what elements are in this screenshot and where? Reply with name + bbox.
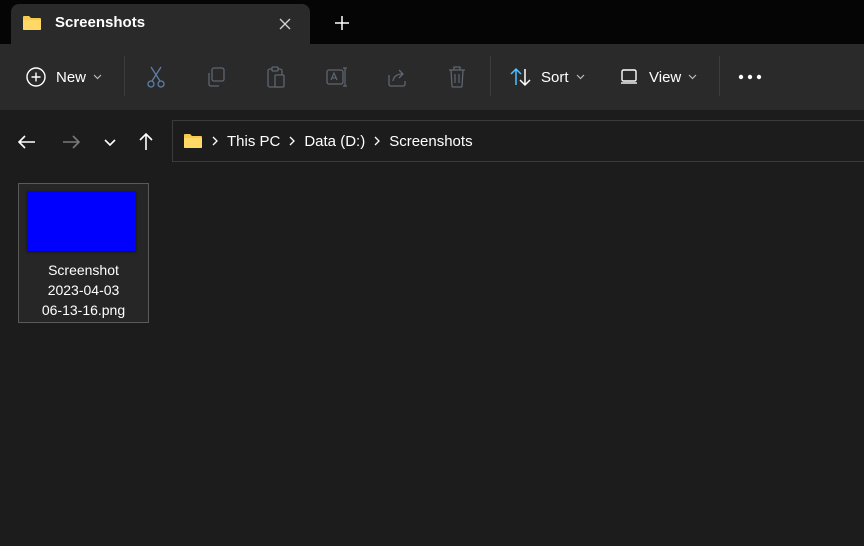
plus-icon bbox=[335, 16, 349, 30]
new-label: New bbox=[56, 68, 87, 86]
sort-button[interactable]: Sort bbox=[509, 63, 585, 91]
chevron-right-icon[interactable] bbox=[289, 136, 296, 146]
up-arrow-icon bbox=[139, 132, 153, 150]
back-button[interactable] bbox=[15, 130, 39, 154]
chevron-down-icon bbox=[688, 74, 697, 80]
new-tab-button[interactable] bbox=[330, 11, 354, 35]
chevron-right-icon[interactable] bbox=[212, 136, 218, 146]
toolbar-divider bbox=[124, 56, 125, 96]
cut-icon bbox=[145, 65, 167, 89]
tab-title: Screenshots bbox=[55, 14, 146, 31]
new-button[interactable]: New bbox=[25, 63, 102, 91]
copy-button[interactable] bbox=[205, 63, 227, 91]
share-icon bbox=[386, 66, 408, 88]
delete-icon bbox=[446, 65, 468, 89]
file-thumbnail bbox=[27, 191, 136, 251]
cut-button[interactable] bbox=[145, 63, 167, 91]
chevron-down-icon bbox=[93, 74, 102, 80]
chevron-down-icon bbox=[104, 139, 116, 147]
folder-icon bbox=[183, 132, 203, 150]
more-icon bbox=[738, 74, 762, 80]
file-name: Screenshot 2023-04-03 06-13-16.png bbox=[41, 262, 126, 318]
sort-label: Sort bbox=[541, 68, 569, 86]
sort-icon bbox=[509, 66, 533, 88]
recent-locations-button[interactable] bbox=[98, 130, 122, 154]
title-bar: Screenshots bbox=[0, 0, 864, 44]
breadcrumb-this-pc[interactable]: This PC bbox=[227, 133, 280, 150]
rename-icon bbox=[325, 66, 349, 88]
toolbar-divider bbox=[719, 56, 720, 96]
chevron-down-icon bbox=[576, 74, 585, 80]
copy-icon bbox=[205, 66, 227, 88]
forward-button[interactable] bbox=[59, 130, 83, 154]
paste-icon bbox=[265, 65, 287, 89]
address-bar[interactable]: This PC Data (D:) Screenshots bbox=[172, 120, 864, 162]
breadcrumb-screenshots[interactable]: Screenshots bbox=[389, 133, 472, 150]
paste-button[interactable] bbox=[265, 63, 287, 91]
chevron-right-icon[interactable] bbox=[374, 136, 381, 146]
rename-button[interactable] bbox=[325, 63, 349, 91]
more-options-button[interactable] bbox=[738, 63, 762, 91]
folder-icon bbox=[22, 14, 42, 32]
breadcrumb-data-drive[interactable]: Data (D:) bbox=[304, 133, 365, 150]
file-item[interactable]: Screenshot 2023-04-03 06-13-16.png bbox=[18, 183, 149, 323]
close-tab-icon[interactable] bbox=[275, 14, 295, 34]
forward-arrow-icon bbox=[63, 135, 81, 149]
share-button[interactable] bbox=[386, 63, 408, 91]
view-label: View bbox=[649, 68, 682, 86]
toolbar-divider bbox=[490, 56, 491, 96]
back-arrow-icon bbox=[17, 135, 35, 149]
file-list: Screenshot 2023-04-03 06-13-16.png bbox=[0, 173, 864, 546]
new-icon bbox=[25, 66, 47, 88]
navigation-bar: This PC Data (D:) Screenshots bbox=[0, 110, 864, 173]
view-icon bbox=[620, 68, 640, 86]
command-bar: New Sort View bbox=[0, 44, 864, 110]
delete-button[interactable] bbox=[446, 63, 468, 91]
up-button[interactable] bbox=[134, 130, 158, 154]
tab-screenshots[interactable]: Screenshots bbox=[11, 4, 310, 44]
view-button[interactable]: View bbox=[620, 63, 697, 91]
